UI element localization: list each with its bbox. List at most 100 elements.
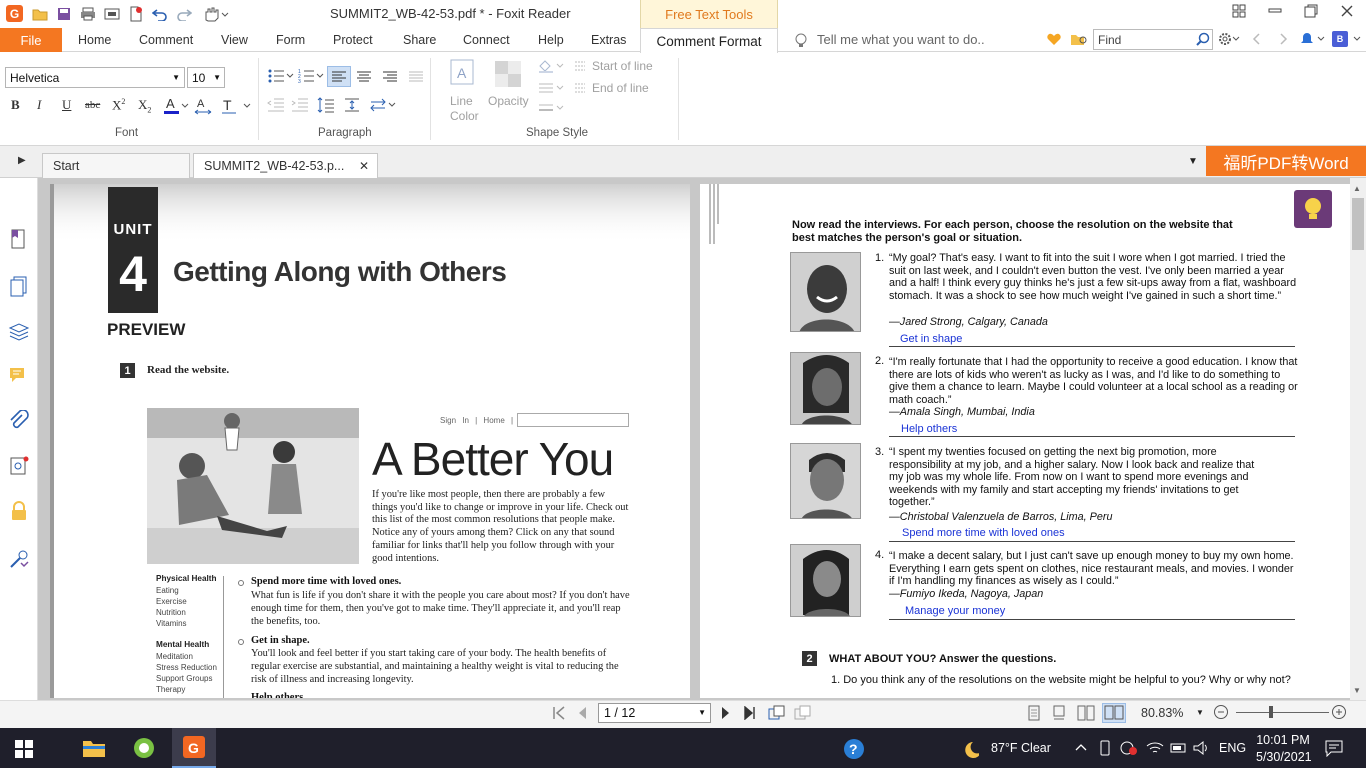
- network-error-icon[interactable]: [1120, 740, 1138, 756]
- single-page-icon[interactable]: [1027, 705, 1041, 721]
- decrease-indent-icon[interactable]: [266, 97, 286, 113]
- fill-color-icon[interactable]: [537, 58, 565, 74]
- text-direction-icon[interactable]: [369, 96, 397, 114]
- start-of-line-button[interactable]: Start of line: [592, 59, 653, 73]
- scroll-up-icon[interactable]: ▲: [1353, 184, 1361, 193]
- signatures-icon[interactable]: [8, 455, 30, 477]
- zoom-level[interactable]: 80.83%: [1141, 706, 1183, 720]
- tab-form[interactable]: Form: [276, 33, 305, 47]
- tab-list-dropdown-icon[interactable]: ▼: [1188, 156, 1198, 167]
- tab-connect[interactable]: Connect: [463, 33, 510, 47]
- screenshot-icon[interactable]: [103, 5, 121, 23]
- comments-icon[interactable]: [8, 365, 30, 387]
- notification-bell-icon[interactable]: [1300, 31, 1326, 47]
- scroll-thumb[interactable]: [1352, 198, 1364, 250]
- first-page-icon[interactable]: [552, 706, 566, 720]
- open-folder-icon[interactable]: [31, 5, 49, 23]
- foxit-logo-icon[interactable]: G: [6, 5, 23, 22]
- tab-protect[interactable]: Protect: [333, 33, 373, 47]
- windows-start-icon[interactable]: [15, 740, 33, 758]
- bold-icon[interactable]: B: [11, 97, 20, 113]
- close-tab-icon[interactable]: ✕: [359, 159, 369, 173]
- tell-me-box[interactable]: Tell me what you want to do..: [817, 32, 985, 47]
- text-baseline-icon[interactable]: T: [221, 96, 251, 116]
- ribbon-expand-icon[interactable]: [1352, 32, 1362, 46]
- new-document-icon[interactable]: [127, 5, 145, 23]
- pages-thumbnail-icon[interactable]: [8, 275, 30, 297]
- end-of-line-button[interactable]: End of line: [592, 81, 649, 95]
- content-tools-icon[interactable]: [8, 548, 30, 570]
- strikethrough-icon[interactable]: abc: [85, 99, 100, 111]
- minimize-icon[interactable]: [1268, 4, 1282, 18]
- last-page-icon[interactable]: [743, 706, 759, 720]
- zoom-slider-track[interactable]: [1236, 712, 1329, 713]
- print-icon[interactable]: [79, 5, 97, 23]
- zoom-in-icon[interactable]: [1331, 704, 1347, 720]
- tab-view[interactable]: View: [221, 33, 248, 47]
- heart-icon[interactable]: [1046, 32, 1062, 46]
- panel-toggle-icon[interactable]: ▶: [18, 155, 26, 166]
- notifications-icon[interactable]: [1325, 739, 1343, 757]
- line-spacing-icon[interactable]: [316, 96, 336, 114]
- language-indicator[interactable]: ENG: [1219, 741, 1246, 755]
- paragraph-spacing-icon[interactable]: [342, 96, 362, 114]
- save-icon[interactable]: [55, 5, 73, 23]
- font-color-icon[interactable]: A: [163, 96, 189, 116]
- align-left-button[interactable]: [327, 66, 351, 87]
- next-view-icon[interactable]: [794, 705, 812, 721]
- align-center-icon[interactable]: [354, 67, 374, 86]
- browser-app-icon[interactable]: [133, 737, 155, 759]
- convert-to-word-button[interactable]: 福昕PDF转Word: [1206, 146, 1366, 176]
- attachment-icon[interactable]: [8, 410, 30, 432]
- next-page-icon[interactable]: [720, 706, 732, 720]
- tab-start[interactable]: Start: [42, 153, 190, 178]
- character-spacing-icon[interactable]: A: [193, 96, 213, 116]
- show-hidden-icons-icon[interactable]: [1074, 740, 1088, 754]
- item-2-answer[interactable]: Help others: [901, 423, 957, 435]
- italic-icon[interactable]: I: [37, 97, 41, 113]
- find-input[interactable]: Find: [1093, 29, 1213, 50]
- line-color-icon[interactable]: A: [449, 58, 475, 88]
- layers-icon[interactable]: [8, 320, 30, 342]
- tab-help[interactable]: Help: [538, 33, 564, 47]
- item-3-answer[interactable]: Spend more time with loved ones: [902, 527, 1065, 539]
- device-icon[interactable]: [1098, 740, 1112, 756]
- tab-file[interactable]: File: [0, 28, 62, 52]
- vertical-scrollbar[interactable]: ▲ ▼: [1350, 178, 1366, 700]
- increase-indent-icon[interactable]: [290, 97, 310, 113]
- previous-page-icon[interactable]: [576, 706, 588, 720]
- continuous-page-icon[interactable]: [1052, 705, 1066, 721]
- previous-view-icon[interactable]: [768, 705, 786, 721]
- opacity-label[interactable]: Opacity: [488, 94, 529, 108]
- opacity-icon[interactable]: [494, 60, 522, 88]
- clock-time[interactable]: 10:01 PM: [1256, 733, 1310, 747]
- clock-date[interactable]: 5/30/2021: [1256, 750, 1312, 764]
- tab-share[interactable]: Share: [403, 33, 436, 47]
- user-account-icon[interactable]: B: [1332, 31, 1348, 47]
- tab-current-document[interactable]: SUMMIT2_WB-42-53.p... ✕: [193, 153, 378, 178]
- item-4-answer[interactable]: Manage your money: [905, 605, 1005, 617]
- align-right-icon[interactable]: [380, 67, 400, 86]
- security-lock-icon[interactable]: [8, 500, 30, 522]
- scroll-down-icon[interactable]: ▼: [1353, 686, 1361, 695]
- close-window-icon[interactable]: [1340, 4, 1354, 18]
- tab-extras[interactable]: Extras: [591, 33, 626, 47]
- bookmark-icon[interactable]: [8, 228, 30, 250]
- line-color-label[interactable]: Line Color: [450, 94, 480, 124]
- line-width-icon[interactable]: [537, 101, 565, 115]
- page-number-input[interactable]: 1 / 12 ▼: [598, 703, 711, 723]
- facing-pages-icon[interactable]: [1077, 705, 1095, 721]
- search-icon[interactable]: [1196, 32, 1210, 46]
- search-folder-icon[interactable]: [1070, 32, 1088, 46]
- undo-icon[interactable]: [151, 5, 169, 23]
- restore-ribbon-icon[interactable]: [1232, 4, 1246, 18]
- item-1-answer[interactable]: Get in shape: [900, 333, 962, 345]
- redo-icon[interactable]: [175, 5, 193, 23]
- subscript-icon[interactable]: X2: [138, 97, 151, 115]
- zoom-out-icon[interactable]: [1213, 704, 1229, 720]
- battery-icon[interactable]: [1170, 740, 1188, 756]
- weather-text[interactable]: 87°F Clear: [991, 741, 1051, 755]
- tab-comment-format[interactable]: Comment Format: [640, 28, 778, 53]
- bullet-list-icon[interactable]: [268, 68, 294, 84]
- help-icon[interactable]: ?: [843, 738, 865, 760]
